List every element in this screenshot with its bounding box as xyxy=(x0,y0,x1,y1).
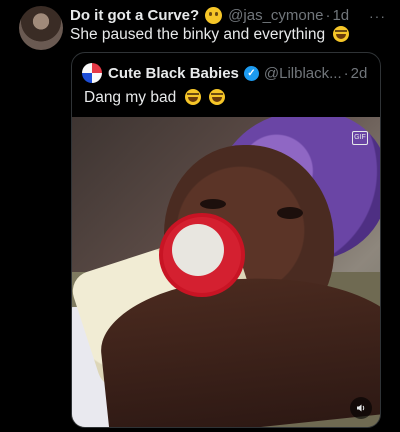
sound-toggle-button[interactable] xyxy=(350,397,372,419)
time-separator: · xyxy=(325,6,331,24)
tweet-time[interactable]: 1d xyxy=(332,7,349,24)
laughing-tears-icon xyxy=(333,26,350,42)
tweet-header: Do it got a Curve? @jas_cymone · 1d xyxy=(70,4,380,26)
speaker-icon xyxy=(357,404,365,412)
gif-eye-right xyxy=(277,207,303,219)
tweet-text: She paused the binky and everything xyxy=(70,26,386,44)
tweet-text-body: She paused the binky and everything xyxy=(70,26,326,43)
quoted-tweet-gif[interactable]: GIF xyxy=(72,117,380,427)
quoted-tweet-header: Cute Black Babies ✓ @Lilblack... · 2d xyxy=(82,63,367,83)
gif-pacifier-inner xyxy=(172,224,224,276)
winking-face-with-tongue-icon xyxy=(205,6,223,24)
gif-badge-icon: GIF xyxy=(352,131,368,145)
laughing-tears-icon xyxy=(208,89,225,105)
author-avatar[interactable] xyxy=(19,6,63,50)
author-name[interactable]: Do it got a Curve? xyxy=(70,7,199,24)
verified-badge-icon: ✓ xyxy=(243,65,259,81)
quoted-tweet[interactable]: Cute Black Babies ✓ @Lilblack... · 2d Da… xyxy=(71,52,381,428)
author-handle[interactable]: @jas_cymone xyxy=(228,7,323,24)
quoted-author-avatar[interactable] xyxy=(82,63,102,83)
quoted-tweet-text: Dang my bad xyxy=(84,89,225,107)
laughing-tears-icon xyxy=(184,89,201,105)
quoted-tweet-text-body: Dang my bad xyxy=(84,89,177,106)
quoted-time-separator: · xyxy=(343,64,349,82)
quoted-author-handle[interactable]: @Lilblack... xyxy=(264,65,342,82)
more-options-icon[interactable]: ··· xyxy=(369,8,386,24)
gif-eye-left xyxy=(200,199,226,209)
quoted-tweet-time[interactable]: 2d xyxy=(351,65,368,82)
quoted-author-name[interactable]: Cute Black Babies xyxy=(108,65,239,82)
